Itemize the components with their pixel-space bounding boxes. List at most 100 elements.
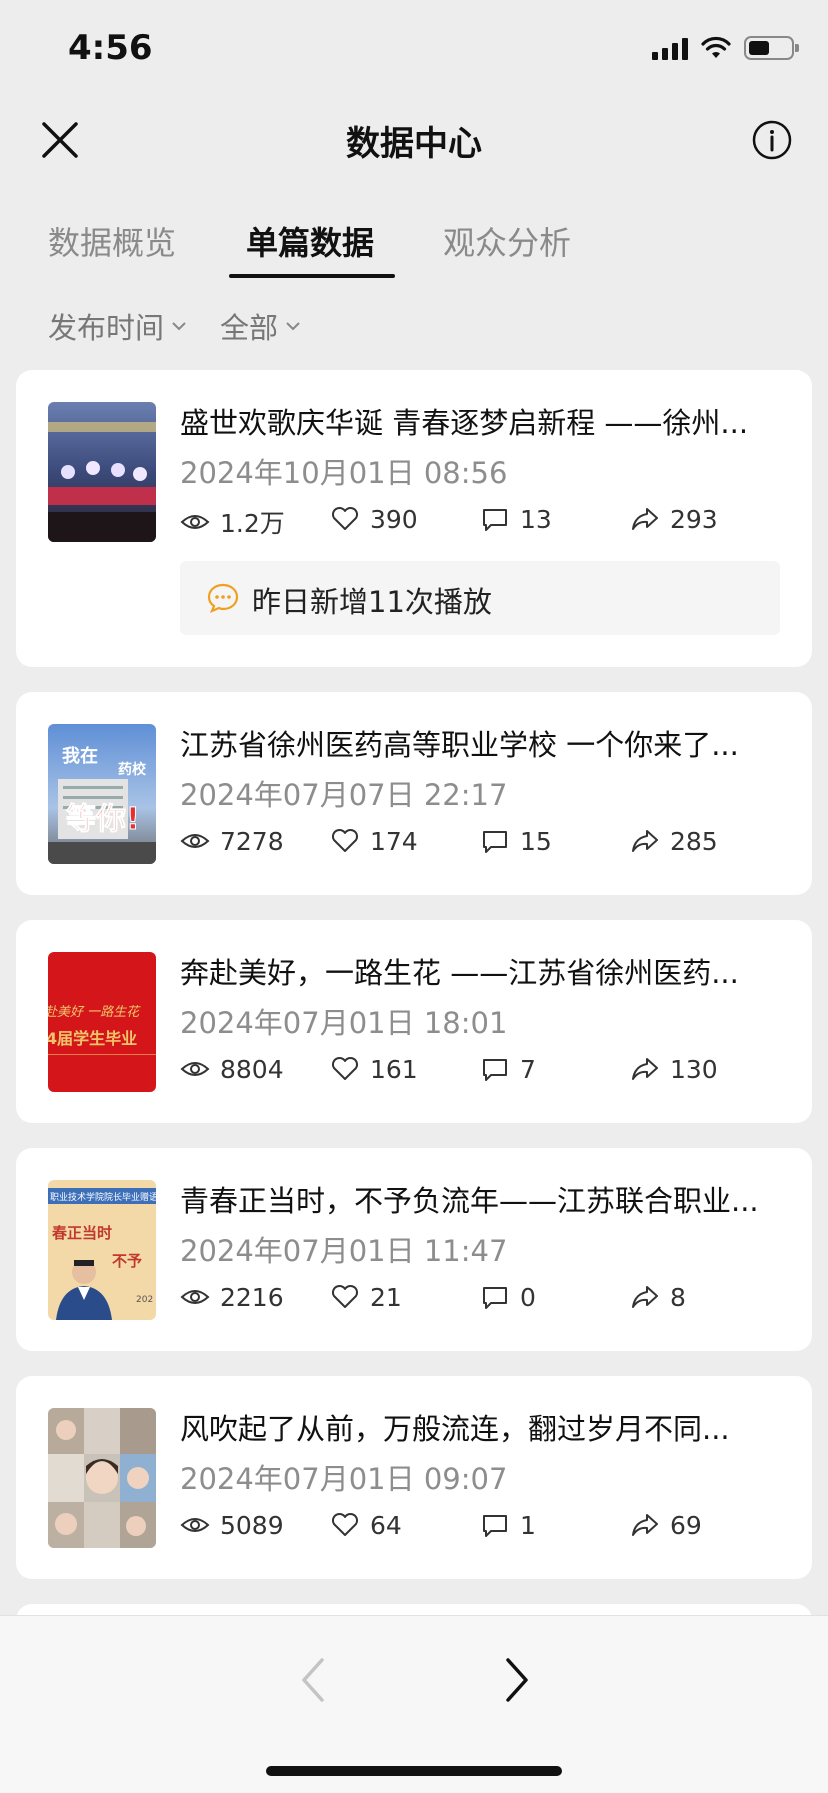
active-tab-indicator	[229, 274, 395, 278]
status-time: 4:56	[68, 28, 153, 68]
shares-count: 285	[670, 826, 718, 856]
tab-data-overview[interactable]: 数据概览	[48, 218, 176, 264]
eye-icon	[180, 1518, 210, 1532]
heart-icon	[331, 506, 359, 530]
publish-time-filter-label: 发布时间	[48, 311, 165, 345]
views-count: 2216	[220, 1282, 284, 1312]
article-title: 青春正当时，不予负流年——江苏联合职业...	[180, 1184, 759, 1218]
likes-count: 64	[370, 1510, 402, 1540]
likes-stat: 390	[330, 504, 418, 534]
page-title: 数据中心	[346, 124, 482, 164]
shares-stat: 285	[630, 826, 718, 856]
article-stats: 2216 21 0 8	[180, 1282, 780, 1318]
article-card[interactable]: 赴美好 一路生花 4届学生毕业 奔赴美好，一路生花 ——江苏省徐州医药... 2…	[16, 920, 812, 1123]
views-stat: 7278	[180, 826, 284, 856]
likes-stat: 161	[330, 1054, 418, 1084]
views-count: 8804	[220, 1054, 284, 1084]
article-stats: 8804 161 7 130	[180, 1054, 780, 1090]
daily-increase-text: 昨日新增11次播放	[252, 585, 492, 619]
tab-bar: 数据概览 单篇数据 观众分析	[0, 210, 828, 280]
heart-icon	[331, 1512, 359, 1536]
share-icon	[632, 830, 658, 852]
article-title: 奔赴美好，一路生花 ——江苏省徐州医药...	[180, 956, 739, 990]
article-title: 风吹起了从前，万般流连，翻过岁月不同...	[180, 1412, 730, 1446]
article-thumbnail	[48, 1408, 156, 1548]
article-thumbnail: 赴美好 一路生花 4届学生毕业	[48, 952, 156, 1092]
comments-count: 0	[520, 1282, 536, 1312]
comments-stat: 7	[480, 1054, 536, 1084]
eye-icon	[180, 515, 210, 529]
comment-icon	[483, 1515, 507, 1537]
article-thumbnail	[48, 402, 156, 542]
thumb-text: 赴美好 一路生花	[48, 1005, 141, 1020]
article-title: 盛世欢歌庆华诞 青春逐梦启新程 ——徐州...	[180, 406, 749, 440]
article-card[interactable]: 风吹起了从前，万般流连，翻过岁月不同... 2024年07月01日 09:07 …	[16, 1376, 812, 1579]
thumb-text: 药校	[118, 761, 147, 778]
thumb-text: 春正当时	[52, 1224, 112, 1242]
comments-count: 13	[520, 504, 552, 534]
comments-stat: 13	[480, 504, 552, 534]
article-date: 2024年07月07日 22:17	[180, 778, 508, 812]
chevron-left-icon[interactable]	[294, 1652, 334, 1708]
heart-icon	[331, 1284, 359, 1308]
publish-time-filter[interactable]: 发布时间	[48, 305, 188, 347]
thumb-text: 202	[136, 1295, 153, 1305]
chevron-down-icon	[172, 322, 186, 331]
eye-icon	[180, 834, 210, 848]
message-bubble-icon	[207, 583, 239, 614]
views-stat: 8804	[180, 1054, 284, 1084]
views-stat: 5089	[180, 1510, 284, 1540]
chevron-down-icon	[286, 322, 300, 331]
heart-icon	[331, 828, 359, 852]
article-title: 江苏省徐州医药高等职业学校 一个你来了...	[180, 728, 739, 762]
shares-stat: 130	[630, 1054, 718, 1084]
eye-icon	[180, 1062, 210, 1076]
views-count: 1.2万	[220, 509, 285, 538]
likes-stat: 174	[330, 826, 418, 856]
shares-stat: 8	[630, 1282, 686, 1312]
comments-count: 1	[520, 1510, 536, 1540]
share-icon	[632, 1058, 658, 1080]
eye-icon	[180, 1290, 210, 1304]
likes-count: 161	[370, 1054, 418, 1084]
tab-audience-analysis[interactable]: 观众分析	[443, 218, 571, 264]
article-card[interactable]: 我在 药校 等你! 江苏省徐州医药高等职业学校 一个你来了... 2024年07…	[16, 692, 812, 895]
shares-count: 130	[670, 1054, 718, 1084]
nav-bar: 数据中心	[0, 100, 828, 180]
likes-count: 390	[370, 504, 418, 534]
info-icon[interactable]	[752, 120, 792, 160]
views-stat: 1.2万	[180, 504, 285, 540]
cellular-signal-icon	[652, 36, 688, 60]
article-date: 2024年07月01日 11:47	[180, 1234, 508, 1268]
heart-icon	[331, 1056, 359, 1080]
tab-single-article-data[interactable]: 单篇数据	[246, 218, 374, 264]
wifi-icon	[701, 36, 731, 58]
category-filter-label: 全部	[220, 311, 279, 345]
article-date: 2024年07月01日 18:01	[180, 1006, 508, 1040]
category-filter[interactable]: 全部	[220, 305, 302, 347]
comment-icon	[483, 1287, 507, 1309]
comments-count: 7	[520, 1054, 536, 1084]
article-stats: 7278 174 15 285	[180, 826, 780, 862]
filter-bar: 发布时间 全部	[48, 305, 302, 347]
article-card[interactable]: 盛世欢歌庆华诞 青春逐梦启新程 ——徐州... 2024年10月01日 08:5…	[16, 370, 812, 667]
article-card[interactable]: 职业技术学院院长毕业赠语 春正当时 不予 202 青春正当时，不予负流年——江苏…	[16, 1148, 812, 1351]
chevron-right-icon[interactable]	[496, 1652, 536, 1708]
bottom-toolbar	[0, 1615, 828, 1793]
comment-icon	[483, 509, 507, 531]
likes-stat: 21	[330, 1282, 402, 1312]
comment-icon	[483, 831, 507, 853]
views-count: 7278	[220, 826, 284, 856]
shares-count: 293	[670, 504, 718, 534]
comments-stat: 15	[480, 826, 552, 856]
shares-count: 8	[670, 1282, 686, 1312]
thumb-text: 我在	[62, 745, 98, 767]
article-date: 2024年10月01日 08:56	[180, 456, 508, 490]
shares-stat: 69	[630, 1510, 702, 1540]
thumb-text: 职业技术学院院长毕业赠语	[50, 1191, 156, 1203]
comment-icon	[483, 1059, 507, 1081]
status-bar: 4:56	[0, 0, 828, 100]
likes-stat: 64	[330, 1510, 402, 1540]
article-thumbnail: 我在 药校 等你!	[48, 724, 156, 864]
home-indicator	[266, 1766, 562, 1776]
